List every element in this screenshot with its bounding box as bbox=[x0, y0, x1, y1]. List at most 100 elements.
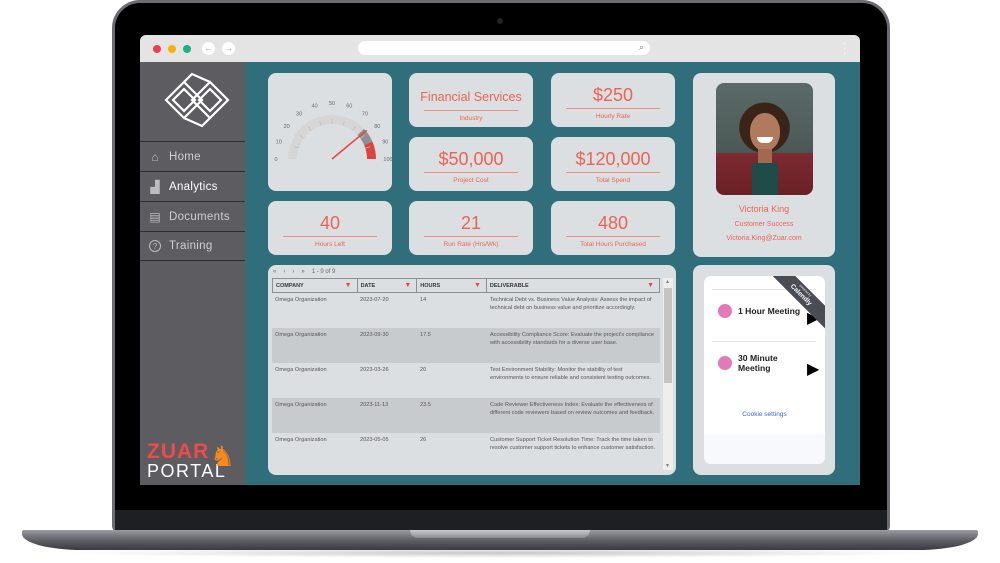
table-row[interactable]: Omega Organization 2023-11-13 23.5 Code … bbox=[272, 398, 660, 433]
photo-face bbox=[750, 113, 780, 151]
minimize-window-button[interactable] bbox=[168, 45, 176, 53]
column-label: DELIVERABLE bbox=[489, 283, 529, 289]
table-pager: « ‹ › » 1 - 9 of 9 bbox=[273, 269, 335, 275]
sidebar-item-home[interactable]: ⌂ Home bbox=[140, 141, 245, 171]
webcam bbox=[497, 18, 503, 24]
search-icon: ⌕ bbox=[638, 42, 644, 52]
cell-date: 2023-05-05 bbox=[360, 437, 389, 443]
kpi-value: 21 bbox=[460, 213, 482, 233]
kpi-label: Hours Left bbox=[315, 241, 345, 248]
gauge-tick-label: 100 bbox=[383, 157, 392, 163]
gauge-chart: 0 10 20 30 40 50 60 70 80 90 100 bbox=[274, 101, 392, 163]
cell-deliverable: Code Reviewer Effectiveness Index: Evalu… bbox=[490, 402, 655, 416]
deliverables-table-card: « ‹ › » 1 - 9 of 9 COMPANY ▼ DATE ▼ HOURS ▼… bbox=[268, 265, 676, 475]
profile-email[interactable]: Victoria.King@Zuar.com bbox=[693, 235, 835, 242]
page-range: 1 - 9 of 9 bbox=[311, 269, 336, 275]
cell-date: 2023-11-13 bbox=[360, 402, 389, 408]
event-30-minute-meeting[interactable]: 30 Minute Meeting bbox=[718, 353, 788, 373]
filter-icon[interactable]: ▼ bbox=[345, 282, 352, 289]
column-header-date[interactable]: DATE ▼ bbox=[358, 279, 418, 292]
scroll-up-arrow-icon[interactable]: ▲ bbox=[665, 279, 670, 285]
cell-company: Omega Organization bbox=[275, 332, 327, 338]
profile-name: Victoria King bbox=[738, 204, 790, 214]
cell-hours: 26 bbox=[420, 437, 427, 443]
sidebar-item-documents[interactable]: ▤ Documents bbox=[140, 201, 245, 231]
scrollbar-thumb[interactable] bbox=[664, 288, 672, 383]
filter-icon[interactable]: ▼ bbox=[647, 282, 654, 289]
column-label: COMPANY bbox=[276, 283, 304, 289]
filter-icon[interactable]: ▼ bbox=[474, 282, 481, 289]
browser-window: ← → ⌕ · · · ⌂ Home ▟ Analytics ▤ Documen… bbox=[140, 35, 860, 485]
help-circle-icon: ? bbox=[149, 240, 161, 252]
deliverables-table: COMPANY ▼ DATE ▼ HOURS ▼ DELIVERABLE ▼ Omega… bbox=[272, 278, 660, 468]
sidebar-nav: ⌂ Home ▟ Analytics ▤ Documents ? Trainin… bbox=[140, 141, 245, 261]
filter-icon[interactable]: ▼ bbox=[404, 282, 411, 289]
kpi-label: Total Hours Purchased bbox=[580, 241, 646, 248]
table-row[interactable]: Omega Organization 2023-03-26 20 Test En… bbox=[272, 363, 660, 398]
kpi-label: Hourly Rate bbox=[595, 113, 631, 120]
next-page-button[interactable]: › bbox=[292, 269, 294, 275]
zuar-portal-logo: ZUAR PORTAL ♞ bbox=[147, 441, 247, 480]
cell-company: Omega Organization bbox=[275, 297, 327, 303]
kpi-project-cost: $50,000 Project Cost bbox=[409, 137, 533, 191]
kpi-divider bbox=[424, 236, 518, 237]
table-row[interactable]: Omega Organization 2023-07-20 14 Technic… bbox=[272, 293, 660, 328]
calendly-card: 1 Hour Meeting ▶ 30 Minute Meeting ▶ Coo… bbox=[693, 265, 835, 475]
chevron-right-icon[interactable]: ▶ bbox=[807, 359, 819, 379]
gauge-tick-label: 50 bbox=[329, 101, 335, 107]
last-page-button[interactable]: » bbox=[301, 269, 304, 275]
cell-company: Omega Organization bbox=[275, 367, 327, 373]
maximize-window-button[interactable] bbox=[183, 45, 191, 53]
cell-deliverable: Test Environment Stability: Monitor the … bbox=[490, 367, 652, 381]
gauge-card: 0 10 20 30 40 50 60 70 80 90 100 bbox=[268, 73, 393, 191]
gauge-tick-label: 60 bbox=[346, 104, 352, 110]
cookie-settings-link[interactable]: Cookie settings bbox=[704, 411, 825, 418]
kpi-value: $50,000 bbox=[438, 149, 504, 169]
event-1-hour-meeting[interactable]: 1 Hour Meeting bbox=[718, 304, 800, 318]
kpi-divider bbox=[566, 172, 660, 173]
sidebar-item-label: Analytics bbox=[169, 180, 218, 193]
cell-deliverable: Customer Support Ticket Resolution Time:… bbox=[490, 437, 656, 451]
cell-date: 2023-03-26 bbox=[360, 367, 389, 373]
account-manager-card: Victoria King Customer Success Victoria.… bbox=[693, 73, 835, 257]
calendly-footer bbox=[704, 434, 825, 464]
kpi-divider bbox=[566, 108, 660, 109]
event-color-dot bbox=[718, 304, 732, 318]
scroll-down-arrow-icon[interactable]: ▼ bbox=[665, 463, 670, 469]
gauge-needle bbox=[331, 129, 368, 160]
column-header-hours[interactable]: HOURS ▼ bbox=[417, 279, 487, 292]
column-label: HOURS bbox=[420, 283, 441, 289]
gauge-tick-label: 20 bbox=[284, 124, 290, 130]
table-header: COMPANY ▼ DATE ▼ HOURS ▼ DELIVERABLE ▼ bbox=[272, 278, 660, 293]
gauge-tick-label: 10 bbox=[276, 140, 282, 146]
table-scrollbar[interactable]: ▲ ▼ bbox=[663, 278, 673, 470]
kpi-total-hours: 480 Total Hours Purchased bbox=[551, 201, 675, 255]
table-row[interactable]: Omega Organization 2023-09-30 17.5 Acces… bbox=[272, 328, 660, 363]
column-label: DATE bbox=[360, 283, 376, 289]
profile-role: Customer Success bbox=[734, 221, 794, 228]
gauge-tick-label: 40 bbox=[312, 104, 318, 110]
column-header-deliverable[interactable]: DELIVERABLE ▼ bbox=[487, 279, 659, 292]
event-title: 1 Hour Meeting bbox=[738, 306, 801, 316]
address-bar[interactable]: ⌕ bbox=[358, 41, 650, 55]
first-page-button[interactable]: « bbox=[273, 269, 276, 275]
column-header-company[interactable]: COMPANY ▼ bbox=[273, 279, 358, 292]
home-icon: ⌂ bbox=[151, 149, 159, 164]
kpi-divider bbox=[424, 110, 518, 111]
sidebar-item-label: Documents bbox=[169, 210, 230, 223]
cell-hours: 17.5 bbox=[420, 332, 431, 338]
sidebar-item-training[interactable]: ? Training bbox=[140, 231, 245, 261]
sidebar-item-label: Home bbox=[169, 150, 201, 163]
kpi-label: Industry bbox=[459, 115, 483, 122]
close-window-button[interactable] bbox=[153, 45, 161, 53]
prev-page-button[interactable]: ‹ bbox=[283, 269, 285, 275]
divider bbox=[712, 341, 816, 342]
sidebar-item-analytics[interactable]: ▟ Analytics bbox=[140, 171, 245, 201]
cell-date: 2023-09-30 bbox=[360, 332, 389, 338]
table-row[interactable]: Omega Organization 2023-05-05 26 Custome… bbox=[272, 433, 660, 468]
cell-hours: 20 bbox=[420, 367, 427, 373]
forward-arrow-icon[interactable]: → bbox=[222, 42, 235, 55]
browser-menu-icon[interactable]: · · · bbox=[843, 39, 846, 59]
back-arrow-icon[interactable]: ← bbox=[202, 42, 215, 55]
unicorn-icon: ♞ bbox=[210, 441, 236, 472]
